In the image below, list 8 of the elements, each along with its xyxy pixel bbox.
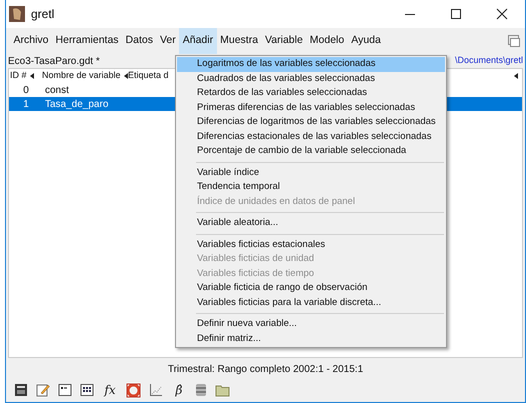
directory-path: \Documents\gretl [454,54,523,68]
table-cell-text: 0 [22,84,30,98]
table-cell-text: const [44,84,69,98]
table-cell-text: Tasa_de_paro [44,98,108,112]
file-name: Eco3-TasaParo.gdt * [8,54,100,68]
window-title: gretl [31,6,54,23]
table-cell-text: 1 [22,98,30,112]
status-text: Trimestral: Rango completo 2002:1 - 2015:1 [168,362,364,376]
